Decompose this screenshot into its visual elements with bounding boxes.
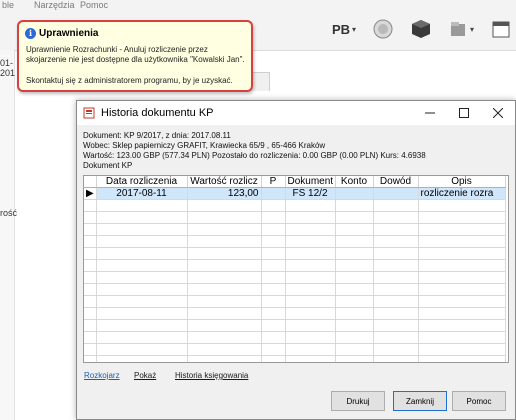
row-pointer-icon: ▶: [84, 187, 97, 200]
pb-label: PB: [331, 21, 351, 37]
cell-p[interactable]: [261, 187, 286, 200]
table-row-empty: [84, 295, 506, 308]
help-button[interactable]: Pomoc: [452, 391, 506, 411]
show-link[interactable]: Pokaż: [134, 371, 156, 380]
info-doc-type: Dokument KP: [83, 161, 133, 170]
dialog-titlebar[interactable]: Historia dokumentu KP: [77, 101, 515, 125]
history-dialog: Historia dokumentu KP Dokument: KP 9/201…: [76, 100, 516, 420]
settlements-grid[interactable]: Data rozliczenia Wartość rozlicz P Dokum…: [83, 175, 509, 363]
table-row-empty: [84, 271, 506, 284]
close-icon: [493, 108, 503, 118]
table-row[interactable]: ▶ 2017-08-11 123,00 FS 12/2 rozliczenie …: [84, 187, 506, 200]
menu-item-partial[interactable]: ble: [2, 0, 14, 10]
info-icon: i: [25, 28, 36, 39]
close-button[interactable]: [481, 101, 515, 125]
table-row-empty: [84, 319, 506, 332]
unmatch-link[interactable]: Rozkojarz: [84, 371, 120, 380]
cell-description[interactable]: rozliczenie rozra: [418, 187, 506, 200]
grid-header-indicator: [84, 176, 97, 188]
table-row-empty: [84, 235, 506, 248]
maximize-icon: [459, 108, 469, 118]
table-row-empty: [84, 223, 506, 236]
booking-history-link[interactable]: Historia księgowania: [175, 371, 248, 380]
table-row-empty: [84, 331, 506, 344]
cell-value[interactable]: 123,00: [187, 187, 262, 200]
app-menubar: ble Narzędzia Pomoc: [0, 0, 516, 12]
grid-header-row: Data rozliczenia Wartość rozlicz P Dokum…: [84, 176, 506, 188]
table-row-empty: [84, 247, 506, 260]
calendar-icon[interactable]: [488, 16, 514, 42]
table-row-empty: [84, 211, 506, 224]
cell-date[interactable]: 2017-08-11: [96, 187, 188, 200]
table-row-empty: [84, 307, 506, 320]
chevron-down-icon: ▾: [352, 24, 357, 34]
close-dialog-button[interactable]: Zamknij: [393, 391, 447, 411]
info-counterparty: Wobec: Sklep papierniczy GRAFIT, Krawiec…: [83, 141, 326, 150]
cell-account[interactable]: [335, 187, 374, 200]
table-row-empty: [84, 343, 506, 356]
globe-icon[interactable]: [370, 16, 396, 42]
cube-icon[interactable]: [408, 16, 434, 42]
column-header-document[interactable]: Dokument: [285, 176, 336, 188]
document-icon: [83, 107, 95, 119]
export-icon[interactable]: ▾: [444, 16, 478, 42]
menu-item-help[interactable]: Pomoc: [80, 0, 108, 10]
document-info: Dokument: KP 9/2017, z dnia: 2017.08.11 …: [83, 131, 426, 171]
cell-proof[interactable]: [373, 187, 419, 200]
left-tab-text[interactable]: 01-201: [0, 58, 15, 78]
table-row-empty: [84, 259, 506, 272]
info-document: Dokument: KP 9/2017, z dnia: 2017.08.11: [83, 131, 231, 140]
print-button[interactable]: Drukuj: [331, 391, 385, 411]
minimize-icon: [425, 112, 435, 114]
info-value: Wartość: 123.00 GBP (577.34 PLN) Pozosta…: [83, 151, 426, 160]
chevron-down-icon: ▾: [469, 24, 474, 34]
column-header-p[interactable]: P: [261, 176, 286, 188]
maximize-button[interactable]: [447, 101, 481, 125]
tooltip-title: Uprawnienia: [39, 28, 99, 39]
column-header-value[interactable]: Wartość rozlicz: [187, 176, 262, 188]
column-header-description[interactable]: Opis: [418, 176, 506, 188]
column-header-account[interactable]: Konto: [335, 176, 374, 188]
tooltip-body: Uprawnienie Rozrachunki - Anuluj rozlicz…: [26, 45, 245, 64]
table-row-empty: [84, 355, 506, 362]
minimize-button[interactable]: [413, 101, 447, 125]
table-row-empty: [84, 283, 506, 296]
app-left-panel: 01-201 rość: [0, 50, 18, 420]
left-fragment-text: rość: [0, 208, 18, 218]
column-header-proof[interactable]: Dowód: [373, 176, 419, 188]
cell-document[interactable]: FS 12/2: [285, 187, 336, 200]
table-row-empty: [84, 199, 506, 212]
column-header-date[interactable]: Data rozliczenia: [96, 176, 188, 188]
menu-item-tools[interactable]: Narzędzia: [34, 0, 75, 10]
tooltip-contact: Skontaktuj się z administratorem program…: [26, 76, 233, 85]
pb-button[interactable]: PB ▾: [326, 16, 362, 42]
dialog-title: Historia dokumentu KP: [101, 107, 214, 119]
permission-tooltip: i Uprawnienia Uprawnienie Rozrachunki - …: [17, 20, 253, 92]
